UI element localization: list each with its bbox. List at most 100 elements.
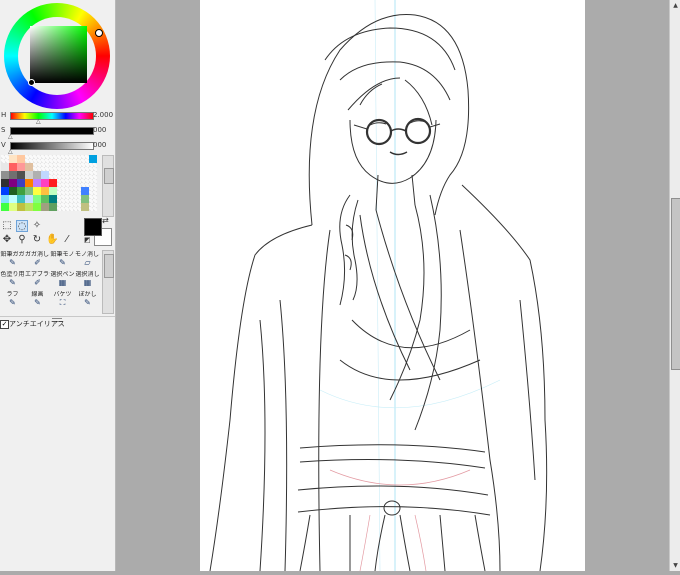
palette-swatch[interactable]: [41, 187, 49, 195]
rect-select-icon[interactable]: ⬚: [1, 220, 13, 232]
palette-swatch[interactable]: [33, 155, 41, 163]
eyedropper-icon[interactable]: ⁄: [61, 234, 73, 246]
palette-swatch[interactable]: [89, 155, 97, 163]
value-track[interactable]: [10, 142, 94, 150]
brush-slot[interactable]: 鉛筆モノ ✎: [50, 251, 75, 270]
foreground-color[interactable]: [84, 218, 102, 236]
saturation-track[interactable]: [10, 127, 94, 135]
reset-colors-icon[interactable]: ◩: [84, 236, 91, 244]
palette-swatch[interactable]: [9, 187, 17, 195]
palette-swatch[interactable]: [81, 179, 89, 187]
palette-swatch[interactable]: [1, 171, 9, 179]
palette-swatch[interactable]: [49, 155, 57, 163]
sv-marker[interactable]: [28, 79, 35, 86]
lasso-select-icon[interactable]: ◌: [16, 220, 28, 232]
scrollbar-thumb[interactable]: [671, 198, 680, 370]
hue-track[interactable]: [10, 112, 94, 120]
palette-swatch[interactable]: [73, 195, 81, 203]
palette-swatch[interactable]: [73, 155, 81, 163]
brush-slot[interactable]: バケツ ⛶: [50, 291, 75, 310]
palette-swatch[interactable]: [17, 163, 25, 171]
palette-swatch[interactable]: [65, 155, 73, 163]
palette-swatch[interactable]: [1, 187, 9, 195]
palette-swatch[interactable]: [73, 171, 81, 179]
palette-swatch[interactable]: [9, 155, 17, 163]
palette-swatch[interactable]: [57, 195, 65, 203]
palette-swatch[interactable]: [1, 155, 9, 163]
palette-swatch[interactable]: [57, 187, 65, 195]
brush-slot[interactable]: モノ消しご▱: [75, 251, 100, 270]
palette-swatch[interactable]: [81, 195, 89, 203]
palette-scrollbar[interactable]: [102, 155, 114, 217]
palette-swatch[interactable]: [1, 179, 9, 187]
palette-swatch[interactable]: [25, 203, 33, 211]
palette-swatch[interactable]: [89, 187, 97, 195]
palette-swatch[interactable]: [81, 155, 89, 163]
brush-slot[interactable]: 選択消し ▦: [75, 271, 100, 290]
palette-swatch[interactable]: [89, 163, 97, 171]
palette-swatch[interactable]: [49, 187, 57, 195]
palette-swatch[interactable]: [9, 179, 17, 187]
swap-colors-icon[interactable]: ⇄: [102, 216, 109, 225]
brush-scrollbar[interactable]: [102, 250, 114, 314]
palette-swatch[interactable]: [49, 179, 57, 187]
palette-swatch[interactable]: [57, 171, 65, 179]
palette-swatch[interactable]: [17, 155, 25, 163]
palette-swatch[interactable]: [89, 195, 97, 203]
palette-swatch[interactable]: [1, 203, 9, 211]
zoom-icon[interactable]: ⚲: [16, 234, 28, 246]
hand-icon[interactable]: ✋: [46, 234, 58, 246]
hue-marker[interactable]: [95, 29, 103, 37]
hue-slider[interactable]: H △ 2.000: [0, 111, 115, 125]
brush-slot[interactable]: エアブラシ✐: [25, 271, 50, 290]
palette-swatch[interactable]: [81, 163, 89, 171]
palette-swatch[interactable]: [73, 163, 81, 171]
palette-swatch[interactable]: [9, 163, 17, 171]
palette-swatch[interactable]: [9, 195, 17, 203]
palette-swatch[interactable]: [73, 203, 81, 211]
palette-swatch[interactable]: [81, 203, 89, 211]
move-icon[interactable]: ✥: [1, 234, 13, 246]
palette-swatch[interactable]: [89, 179, 97, 187]
palette-swatch[interactable]: [9, 203, 17, 211]
hue-thumb[interactable]: △: [36, 119, 41, 125]
brush-slot[interactable]: 鉛筆ガガ ✎: [0, 251, 25, 270]
palette-swatch[interactable]: [41, 155, 49, 163]
palette-swatch[interactable]: [33, 187, 41, 195]
palette-swatch[interactable]: [17, 203, 25, 211]
palette-swatch[interactable]: [1, 163, 9, 171]
vertical-scrollbar[interactable]: ▲ ▼: [669, 0, 680, 571]
palette-swatch[interactable]: [41, 171, 49, 179]
palette-swatch[interactable]: [33, 195, 41, 203]
palette-swatch[interactable]: [33, 203, 41, 211]
palette-swatch[interactable]: [65, 195, 73, 203]
antialias-checkbox[interactable]: ✓: [0, 320, 9, 329]
palette-swatch[interactable]: [65, 187, 73, 195]
palette-swatch[interactable]: [25, 171, 33, 179]
palette-swatch[interactable]: [33, 171, 41, 179]
palette-swatch[interactable]: [41, 179, 49, 187]
brush-slot[interactable]: 色塗り用 ✎: [0, 271, 25, 290]
palette-swatch[interactable]: [57, 155, 65, 163]
palette-swatch[interactable]: [25, 179, 33, 187]
palette-swatch[interactable]: [1, 195, 9, 203]
palette-swatch[interactable]: [9, 171, 17, 179]
palette-swatch[interactable]: [41, 163, 49, 171]
palette-swatch[interactable]: [49, 163, 57, 171]
drawing-canvas[interactable]: [200, 0, 585, 572]
value-slider[interactable]: V △ 000: [0, 141, 115, 155]
palette-swatch[interactable]: [65, 171, 73, 179]
brush-slot[interactable]: ラフ ✎: [0, 291, 25, 310]
palette-swatch[interactable]: [49, 203, 57, 211]
palette-swatch[interactable]: [25, 163, 33, 171]
palette-swatch[interactable]: [41, 195, 49, 203]
palette-swatch[interactable]: [81, 187, 89, 195]
palette-swatch[interactable]: [57, 203, 65, 211]
palette-swatch[interactable]: [25, 155, 33, 163]
scroll-down-icon[interactable]: ▼: [671, 561, 680, 570]
palette-swatch[interactable]: [17, 187, 25, 195]
palette-swatch[interactable]: [73, 187, 81, 195]
antialias-option[interactable]: ✓ アンチエイリアス: [0, 320, 115, 330]
palette-swatch[interactable]: [65, 179, 73, 187]
palette-swatch[interactable]: [41, 203, 49, 211]
